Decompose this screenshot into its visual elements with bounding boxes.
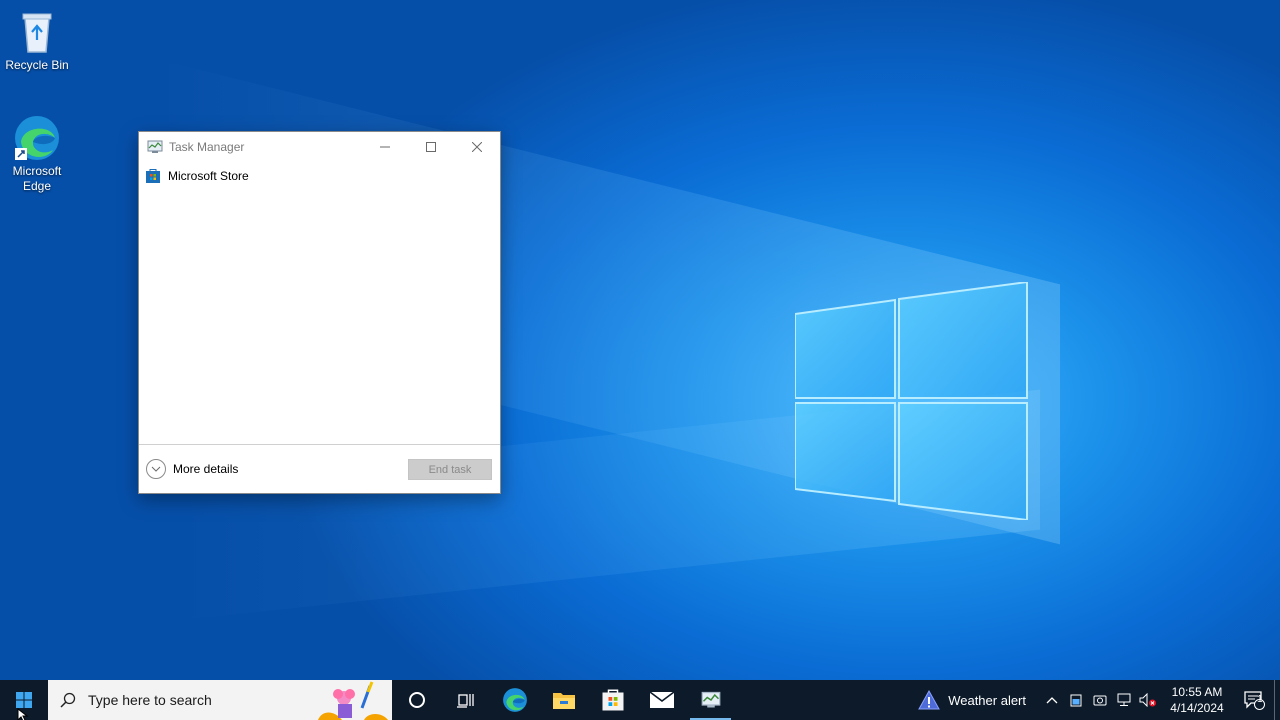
weather-text: Weather alert (948, 692, 1026, 708)
taskbar-file-explorer[interactable] (539, 680, 588, 720)
desktop-icon-label: Recycle Bin (5, 58, 69, 72)
maximize-button[interactable] (408, 132, 454, 161)
desktop-icon-label: Microsoft Edge (12, 164, 62, 193)
taskbar: Type here to search Weather alert 10:55 … (0, 680, 1280, 720)
microsoft-store-icon (146, 169, 160, 183)
edge-icon (13, 114, 61, 162)
taskbar-mail[interactable] (637, 680, 686, 720)
show-hidden-icons-button[interactable] (1040, 680, 1064, 720)
taskbar-microsoft-store[interactable] (588, 680, 637, 720)
window-footer: More details End task (139, 444, 500, 493)
task-manager-window[interactable]: Task Manager Microsoft Store More detail… (138, 131, 501, 494)
clock-date: 4/14/2024 (1170, 701, 1224, 715)
taskbar-task-manager[interactable] (686, 680, 735, 720)
volume-muted-icon (1139, 693, 1156, 707)
desktop-icon-microsoft-edge[interactable]: Microsoft Edge (0, 114, 74, 194)
tray-meet-now[interactable] (1088, 680, 1112, 720)
mail-icon (649, 691, 674, 708)
task-view-icon (456, 694, 474, 708)
clock-time: 10:55 AM (1171, 685, 1223, 699)
windows-logo-wallpaper (794, 280, 1028, 522)
chevron-down-icon (146, 459, 166, 479)
taskbar-task-view[interactable] (441, 680, 490, 720)
more-details-label: More details (173, 462, 239, 476)
tray-network[interactable] (1112, 680, 1136, 720)
taskbar-search-box[interactable]: Type here to search (48, 680, 392, 720)
cortana-icon (408, 692, 425, 708)
desktop-icon-recycle-bin[interactable]: Recycle Bin (0, 8, 74, 73)
file-explorer-icon (552, 693, 575, 709)
system-tray: Weather alert 10:55 AM 4/14/2024 1 (918, 680, 1280, 720)
search-icon (60, 692, 76, 708)
weather-widget[interactable]: Weather alert (918, 690, 1026, 710)
edge-icon (502, 688, 527, 712)
battery-icon (1070, 694, 1082, 707)
taskbar-cortana[interactable] (392, 680, 441, 720)
minimize-icon (380, 146, 390, 147)
more-details-button[interactable]: More details (146, 459, 238, 479)
notification-count-badge: 1 (1257, 694, 1263, 705)
camera-icon (1093, 695, 1107, 706)
microsoft-store-icon (602, 689, 623, 711)
app-name: Microsoft Store (168, 169, 249, 183)
windows-start-icon (16, 692, 32, 708)
clock[interactable]: 10:55 AM 4/14/2024 (1166, 684, 1228, 716)
taskbar-edge[interactable] (490, 680, 539, 720)
maximize-icon (426, 141, 436, 152)
chevron-up-icon (1046, 697, 1058, 704)
end-task-button[interactable]: End task (408, 459, 492, 480)
title-bar[interactable]: Task Manager (139, 132, 500, 162)
warning-icon (918, 690, 941, 710)
mouse-cursor-icon (17, 708, 29, 720)
close-button[interactable] (454, 132, 500, 161)
task-manager-icon (147, 140, 163, 153)
search-highlight-illustration (318, 681, 388, 720)
app-list-item[interactable]: Microsoft Store (145, 166, 249, 186)
tray-volume[interactable] (1136, 680, 1160, 720)
minimize-button[interactable] (362, 132, 408, 161)
tray-battery[interactable] (1064, 680, 1088, 720)
recycle-bin-icon (13, 8, 61, 56)
task-manager-icon (701, 691, 720, 708)
search-placeholder: Type here to search (88, 692, 212, 708)
network-icon (1117, 693, 1131, 706)
window-title: Task Manager (169, 140, 245, 154)
show-desktop-button[interactable] (1274, 680, 1280, 720)
action-center-button[interactable]: 1 (1234, 680, 1274, 720)
close-icon (472, 141, 482, 152)
